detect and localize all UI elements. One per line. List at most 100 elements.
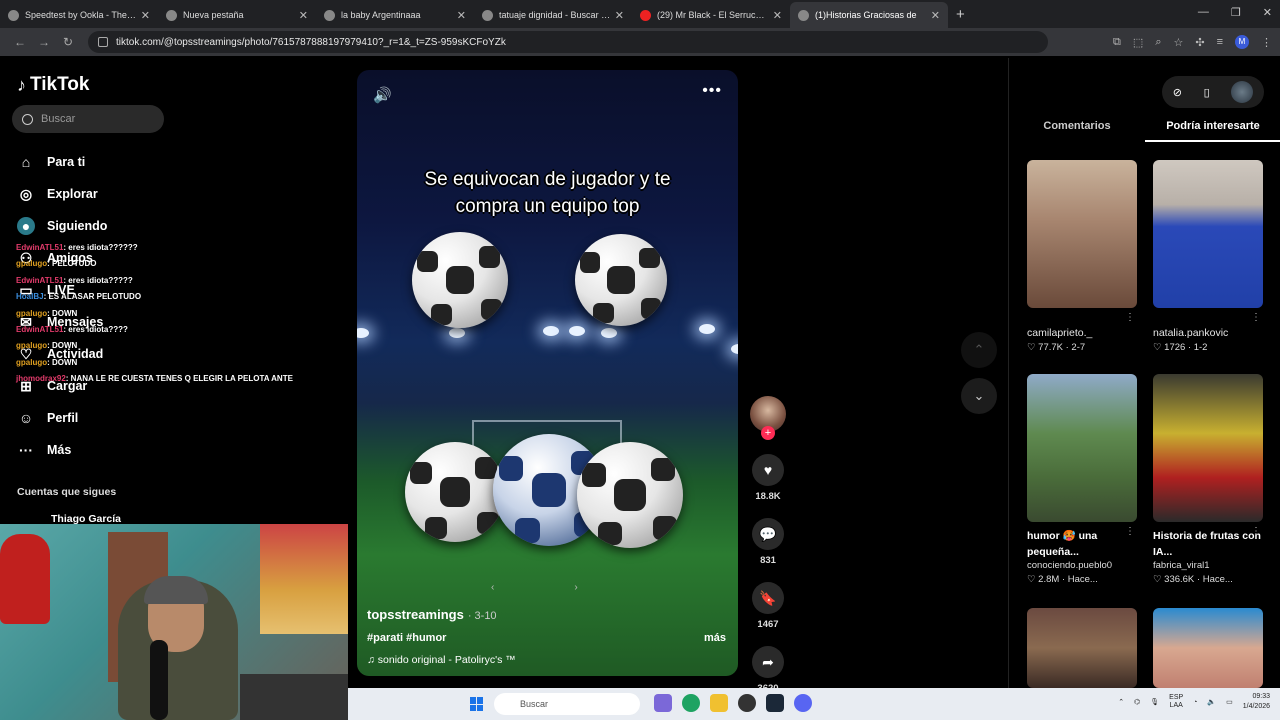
close-icon[interactable]: ✕ (141, 9, 150, 22)
volume-icon[interactable]: 🔊 (373, 86, 392, 104)
video-hashtags[interactable]: #parati #humor (367, 632, 446, 644)
windows-start-icon[interactable] (470, 697, 484, 711)
mic-icon[interactable]: 🎙 (1150, 698, 1159, 706)
card-user[interactable]: natalia.pankovic (1153, 327, 1263, 339)
extensions-icon[interactable]: ✣ (1195, 36, 1204, 49)
steam-icon[interactable] (766, 694, 784, 712)
zoom-icon[interactable]: ⌕ (1155, 36, 1161, 49)
card-user[interactable]: conociendo.pueblo0 (1027, 560, 1137, 571)
menu-icon[interactable]: ⋮ (1261, 36, 1272, 49)
pager-next-icon[interactable]: › (574, 582, 577, 593)
author-avatar[interactable]: + (750, 396, 786, 440)
card-title[interactable]: humor 🥵 una pequeña... (1027, 528, 1137, 560)
discord-icon[interactable] (794, 694, 812, 712)
tray-chevron-icon[interactable]: ⌃ (1118, 698, 1124, 706)
browser-tab[interactable]: la baby Argentinaaa ✕ (316, 2, 474, 28)
tab-comentarios[interactable]: Comentarios (1009, 118, 1145, 142)
profile-avatar[interactable]: M (1235, 35, 1249, 49)
back-icon[interactable]: ← (8, 35, 32, 49)
language-indicator[interactable]: ESP LAA (1169, 694, 1183, 710)
next-video-button[interactable]: ⌄ (961, 378, 997, 414)
nav-item-perfil[interactable]: ☺ Perfil (17, 402, 107, 434)
comment-button[interactable]: 💬 831 (749, 518, 787, 566)
maximize-icon[interactable]: ❐ (1231, 6, 1241, 19)
recommended-card[interactable]: ⋮ humor 🥵 una pequeña... conociendo.pueb… (1027, 374, 1137, 585)
nav-item-mas[interactable]: ··· Más (17, 434, 107, 466)
network-icon[interactable]: ⌬ (1134, 698, 1140, 706)
coins-icon[interactable]: ⊘ (1173, 86, 1182, 99)
video-player[interactable]: Se equivocan de jugador y te compra un e… (357, 70, 738, 676)
card-menu-icon[interactable]: ⋮ (1251, 312, 1261, 323)
more-button[interactable]: más (704, 632, 726, 644)
video-thumbnail[interactable] (1027, 374, 1137, 522)
file-explorer-icon[interactable] (710, 694, 728, 712)
share-button[interactable]: ➦3620 (749, 646, 787, 694)
save-button[interactable]: 🔖 1467 (749, 582, 787, 630)
nav-item-para-ti[interactable]: ⌂ Para ti (17, 146, 107, 178)
video-thumbnail[interactable] (1153, 160, 1263, 308)
media-icon[interactable]: ≡ (1217, 36, 1223, 48)
video-thumbnail[interactable] (1027, 608, 1137, 688)
video-author[interactable]: topsstreamings · 3-10 (367, 607, 497, 622)
bookmark-star-icon[interactable]: ☆ (1173, 36, 1183, 49)
reload-icon[interactable]: ↻ (56, 35, 80, 49)
previous-video-button[interactable]: ⌃ (961, 332, 997, 368)
chrome-icon[interactable] (682, 694, 700, 712)
obs-icon[interactable] (738, 694, 756, 712)
recommended-card[interactable]: ⋮ camilaprieto._ ♡ 77.7K · 2-7 (1027, 160, 1137, 353)
video-thumbnail[interactable] (1153, 374, 1263, 522)
clock[interactable]: 09:33 1/4/2026 (1243, 692, 1270, 712)
taskbar-search[interactable]: Buscar (494, 693, 640, 715)
recommended-card[interactable]: ⋮ Historia de frutas con IA... fabrica_v… (1153, 374, 1263, 585)
browser-tab[interactable]: Nueva pestaña ✕ (158, 2, 316, 28)
card-menu-icon[interactable]: ⋮ (1125, 526, 1135, 537)
card-user[interactable]: fabrica_viral1 (1153, 560, 1263, 571)
new-tab-icon[interactable]: + (956, 6, 965, 23)
close-icon[interactable]: ✕ (773, 9, 782, 22)
comment-count: 831 (760, 555, 776, 566)
browser-tab[interactable]: Speedtest by Ookla - The Globa ✕ (0, 2, 158, 28)
close-icon[interactable]: ✕ (931, 9, 940, 22)
translate-icon[interactable]: ⧉ (1113, 36, 1121, 49)
tiktok-logo[interactable]: ♪ TikTok (17, 74, 89, 96)
close-icon[interactable]: ✕ (299, 9, 308, 22)
forward-icon[interactable]: → (32, 35, 56, 49)
recommended-card[interactable] (1027, 608, 1137, 688)
nav-item-siguiendo[interactable]: ● Siguiendo (17, 210, 107, 242)
volume-tray-icon[interactable]: 🔈 (1207, 698, 1216, 706)
pager-prev-icon[interactable]: ‹ (491, 582, 494, 593)
recommended-card[interactable]: ⋮ natalia.pankovic ♡ 1726 · 1-2 (1153, 160, 1263, 353)
install-icon[interactable]: ⬚ (1133, 36, 1143, 49)
card-title[interactable]: Historia de frutas con IA... (1153, 528, 1263, 560)
more-options-icon[interactable]: ••• (702, 82, 722, 100)
wifi-icon[interactable]: ◔ (1193, 699, 1197, 706)
windows-taskbar: Buscar ⌃ ⌬ 🎙 ESP LAA ◔ 🔈 ▭ 09:33 1/4/2026 (348, 688, 1280, 720)
card-menu-icon[interactable]: ⋮ (1125, 312, 1135, 323)
battery-icon[interactable]: ▭ (1226, 698, 1233, 706)
minimize-icon[interactable]: — (1198, 6, 1209, 19)
recommended-card[interactable] (1153, 608, 1263, 688)
browser-tab[interactable]: (29) Mr Black - El Serrucho [Of ✕ (632, 2, 790, 28)
search-input[interactable]: Buscar (12, 105, 164, 133)
speedtest-favicon-icon (8, 9, 19, 21)
card-menu-icon[interactable]: ⋮ (1251, 526, 1261, 537)
close-window-icon[interactable]: ✕ (1263, 6, 1272, 19)
browser-tab[interactable]: tatuaje dignidad - Buscar con G ✕ (474, 2, 632, 28)
tab-podria-interesarte[interactable]: Podría interesarte (1145, 118, 1280, 142)
video-sound[interactable]: ♫ sonido original - Patoliryc's ™ (367, 654, 516, 666)
browser-tab-active[interactable]: (1)Historias Graciosas de ✕ (790, 2, 948, 28)
lang-text: ESP (1169, 694, 1184, 701)
follow-plus-icon[interactable]: + (761, 426, 775, 440)
card-user[interactable]: camilaprieto._ (1027, 327, 1137, 339)
video-thumbnail[interactable] (1027, 160, 1137, 308)
teams-icon[interactable] (654, 694, 672, 712)
close-icon[interactable]: ✕ (615, 9, 624, 22)
url-field[interactable]: tiktok.com/@topsstreamings/photo/7615787… (88, 31, 1048, 53)
video-thumbnail[interactable] (1153, 608, 1263, 688)
close-icon[interactable]: ✕ (457, 9, 466, 22)
device-icon[interactable]: ▯ (1204, 86, 1210, 99)
user-avatar[interactable] (1231, 81, 1254, 103)
like-button[interactable]: ♥ 18.8K (749, 454, 787, 502)
nav-item-explorar[interactable]: ◎ Explorar (17, 178, 107, 210)
site-info-icon[interactable] (98, 37, 108, 47)
